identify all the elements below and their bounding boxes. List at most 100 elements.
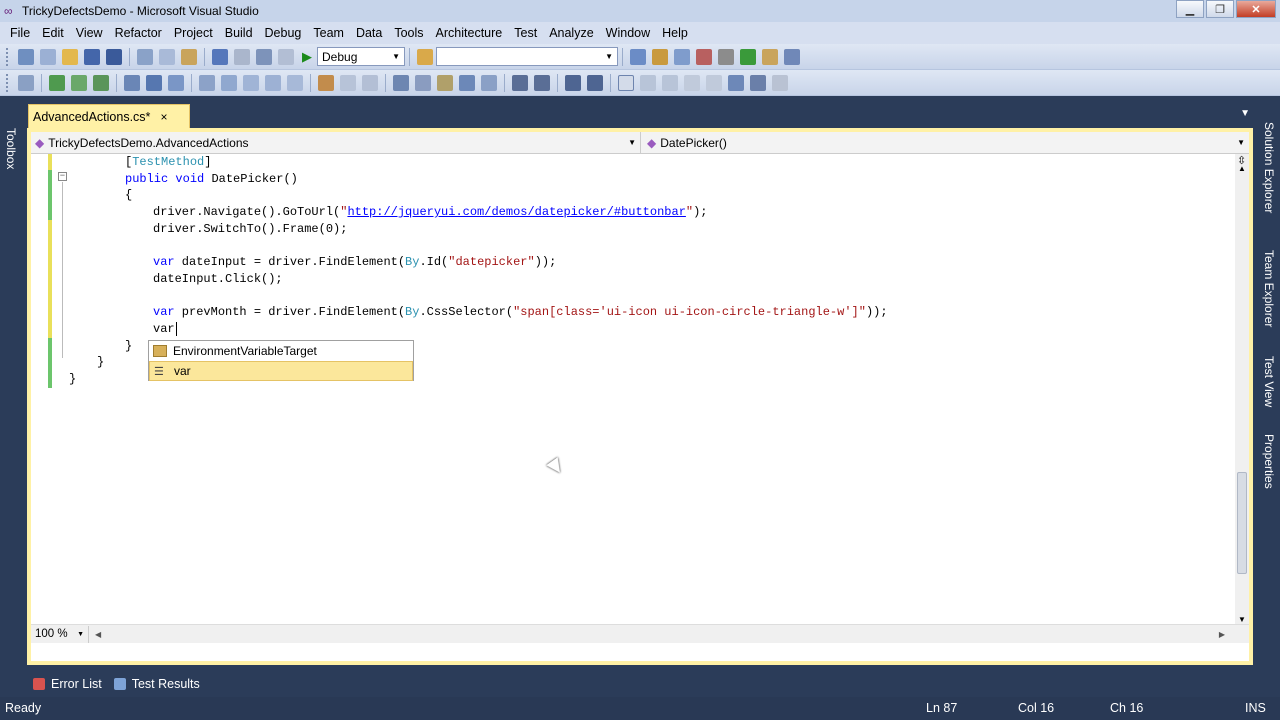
align-right-icon[interactable] (534, 74, 550, 91)
menu-test[interactable]: Test (508, 26, 543, 40)
comment-icon[interactable] (199, 74, 215, 91)
bookmark-icon[interactable] (243, 74, 259, 91)
scroll-thumb[interactable] (1237, 472, 1247, 574)
test-results-icon[interactable] (124, 74, 140, 91)
next-bookmark-icon[interactable] (265, 74, 281, 91)
menu-architecture[interactable]: Architecture (430, 26, 509, 40)
collapse-icon[interactable]: − (58, 172, 67, 181)
solution-explorer-icon[interactable] (630, 48, 646, 65)
platform-select[interactable]: ▼ (436, 47, 618, 66)
test-view-tab[interactable]: Test View (1262, 356, 1276, 407)
previous-bookmark-icon[interactable] (287, 74, 303, 91)
close-icon[interactable]: × (160, 110, 167, 124)
scroll-down-icon[interactable]: ▼ (1238, 615, 1246, 624)
options-icon[interactable] (772, 74, 788, 91)
clear-bookmarks-icon[interactable] (684, 74, 700, 91)
indent-icon[interactable] (340, 74, 356, 91)
tab-error-list[interactable]: Error List (27, 673, 108, 695)
tab-dropdown-icon[interactable]: ▼ (1240, 108, 1250, 119)
outdent-icon[interactable] (362, 74, 378, 91)
code-coverage-icon[interactable] (728, 74, 744, 91)
solution-configuration-select[interactable]: Debug ▼ (317, 47, 405, 66)
uncomment-icon[interactable] (221, 74, 237, 91)
save-icon[interactable] (84, 48, 100, 65)
format-icon[interactable] (318, 74, 334, 91)
paste-icon[interactable] (181, 48, 197, 65)
find-icon[interactable] (393, 74, 409, 91)
toolbar-grip[interactable] (6, 73, 9, 92)
menu-view[interactable]: View (70, 26, 109, 40)
start-debugging-icon[interactable]: ▶ (302, 49, 312, 65)
menu-tools[interactable]: Tools (388, 26, 429, 40)
redo-icon[interactable] (234, 48, 250, 65)
run-tests-icon[interactable] (49, 74, 65, 91)
menu-project[interactable]: Project (168, 26, 219, 40)
menu-file[interactable]: File (4, 26, 36, 40)
navigate-backward-icon[interactable] (256, 48, 272, 65)
type-selector[interactable]: ◆ TrickyDefectsDemo.AdvancedActions ▼ (31, 132, 641, 153)
next-bookmark-folder-icon[interactable] (662, 74, 678, 91)
solution-explorer-tab[interactable]: Solution Explorer (1262, 122, 1276, 213)
properties-icon[interactable] (652, 48, 668, 65)
uncomment-lines-icon[interactable] (587, 74, 603, 91)
maximize-button[interactable]: ❐ (1206, 0, 1234, 18)
save-all-icon[interactable] (106, 48, 122, 65)
navigate-forward-icon[interactable] (278, 48, 294, 65)
test-view-icon[interactable] (168, 74, 184, 91)
menu-build[interactable]: Build (219, 26, 259, 40)
menu-team[interactable]: Team (307, 26, 350, 40)
menu-analyze[interactable]: Analyze (543, 26, 599, 40)
menu-edit[interactable]: Edit (36, 26, 70, 40)
toolbox-tab[interactable]: Toolbox (4, 128, 18, 169)
toolbox-icon[interactable] (696, 48, 712, 65)
test-icon[interactable] (18, 74, 34, 91)
font-icon[interactable] (459, 74, 475, 91)
test-list-icon[interactable] (146, 74, 162, 91)
scroll-up-icon[interactable]: ▲ (1238, 164, 1246, 173)
breakpoint-icon[interactable] (750, 74, 766, 91)
close-window-button[interactable]: ✕ (1236, 0, 1276, 18)
vertical-scrollbar[interactable]: ⇳ ▲ ▼ (1235, 154, 1249, 624)
previous-bookmark-folder-icon[interactable] (640, 74, 656, 91)
undo-icon[interactable] (212, 48, 228, 65)
properties-tab[interactable]: Properties (1262, 434, 1276, 489)
align-left-icon[interactable] (512, 74, 528, 91)
new-project-icon[interactable] (18, 48, 34, 65)
tools-icon[interactable] (718, 48, 734, 65)
menu-refactor[interactable]: Refactor (109, 26, 168, 40)
menu-window[interactable]: Window (600, 26, 656, 40)
find-in-files-icon[interactable] (417, 48, 433, 65)
toolbar-grip[interactable] (6, 47, 9, 66)
member-selector[interactable]: ◆ DatePicker() ▼ (641, 132, 1249, 153)
open-file-icon[interactable] (62, 48, 78, 65)
toggle-bookmark-icon[interactable] (618, 74, 634, 91)
command-window-icon[interactable] (784, 48, 800, 65)
completion-item[interactable]: EnvironmentVariableTarget (149, 341, 413, 361)
menu-data[interactable]: Data (350, 26, 388, 40)
url-link[interactable]: http://jqueryui.com/demos/datepicker/#bu… (347, 205, 685, 219)
debug-tests-icon[interactable] (93, 74, 109, 91)
zoom-select[interactable]: 100 % ▼ (31, 625, 89, 643)
copy-icon[interactable] (159, 48, 175, 65)
code-area[interactable]: − [TestMethod] public void DatePicker() … (31, 154, 1241, 624)
extension-manager-icon[interactable] (762, 48, 778, 65)
scroll-right-icon[interactable]: ▶ (1219, 630, 1225, 639)
comment-out-icon[interactable] (565, 74, 581, 91)
bookmark-window-icon[interactable] (706, 74, 722, 91)
minimize-button[interactable]: ▁ (1176, 0, 1204, 18)
menu-debug[interactable]: Debug (259, 26, 308, 40)
document-tab-advancedactions[interactable]: AdvancedActions.cs* × (28, 104, 190, 128)
team-explorer-tab[interactable]: Team Explorer (1262, 250, 1276, 327)
cursor-icon[interactable] (437, 74, 453, 91)
list-members-icon[interactable] (481, 74, 497, 91)
object-browser-icon[interactable] (674, 48, 690, 65)
cut-icon[interactable] (137, 48, 153, 65)
add-item-icon[interactable] (40, 48, 56, 65)
replace-icon[interactable] (415, 74, 431, 91)
tab-test-results[interactable]: Test Results (108, 673, 206, 695)
scroll-left-icon[interactable]: ◀ (95, 630, 101, 639)
run-all-tests-icon[interactable] (71, 74, 87, 91)
completion-item-selected[interactable]: ☰ var (149, 361, 413, 381)
start-page-icon[interactable] (740, 48, 756, 65)
menu-help[interactable]: Help (656, 26, 694, 40)
